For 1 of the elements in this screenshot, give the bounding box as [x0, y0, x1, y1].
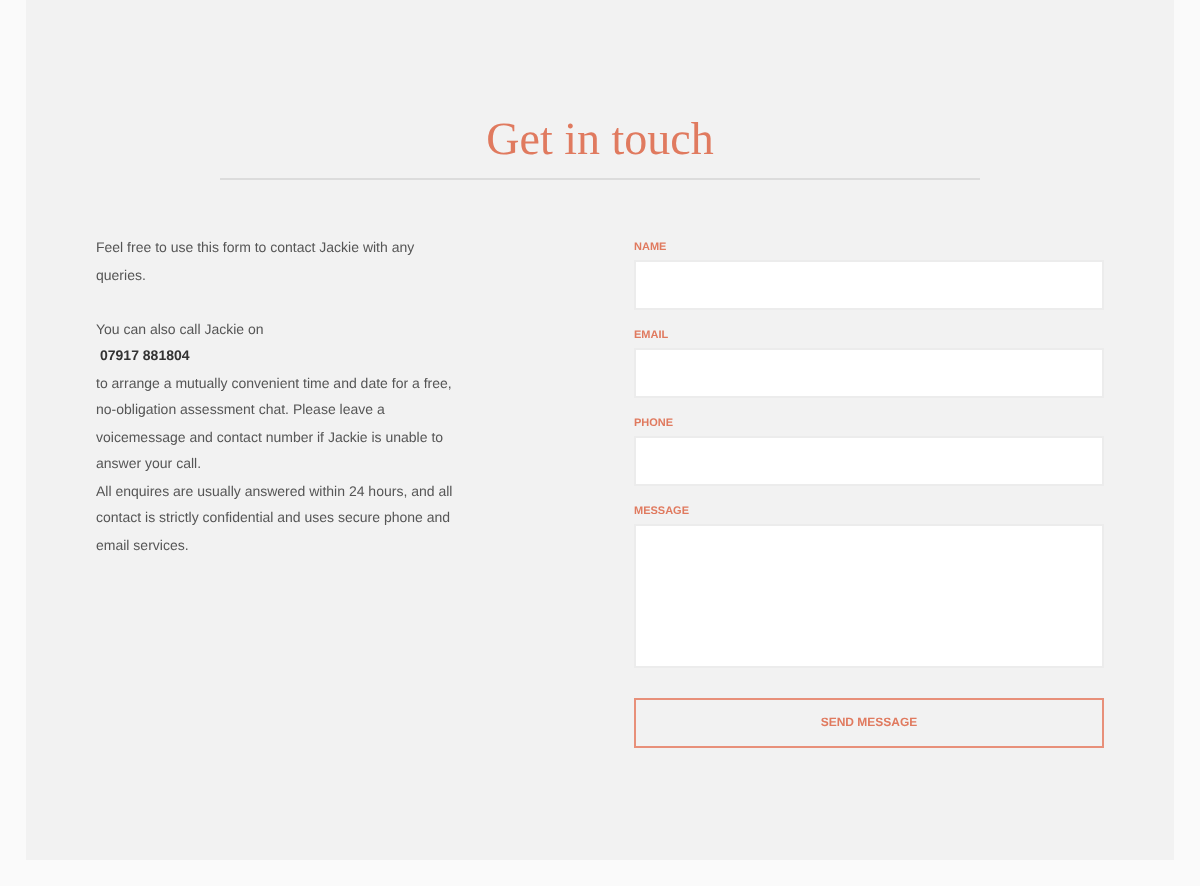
- page-title: Get in touch: [484, 112, 716, 168]
